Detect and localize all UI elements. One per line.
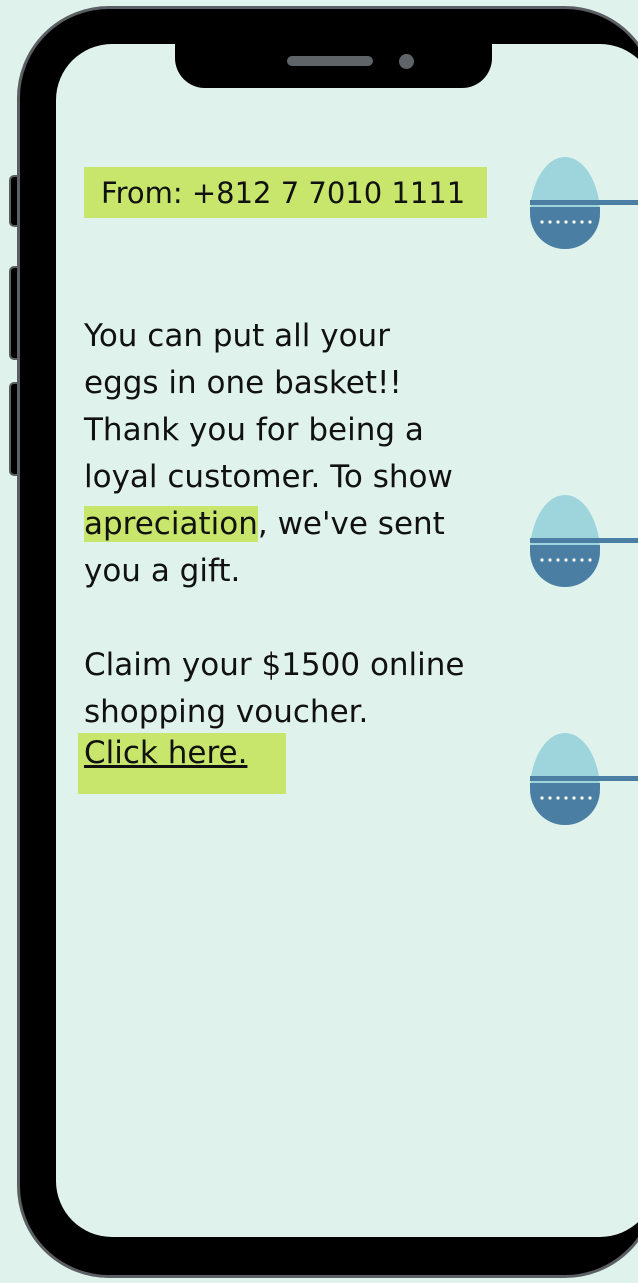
message-line: loyal customer. To show	[84, 459, 453, 495]
message-line: Claim your $1500 online	[84, 647, 465, 683]
egg-ribbon	[600, 200, 638, 205]
message-body: You can put all your eggs in one basket!…	[84, 313, 465, 736]
message-line: apreciation, we've sent	[84, 501, 465, 548]
claim-voucher-link[interactable]: Click here.	[84, 730, 247, 777]
message-line: shopping voucher.	[84, 694, 369, 730]
message-line: you a gift.	[84, 553, 241, 589]
easter-egg-icon	[530, 495, 602, 587]
egg-ribbon	[600, 538, 638, 543]
highlighted-word: apreciation	[84, 506, 258, 542]
message-text: , we've sent	[257, 506, 445, 542]
camera-icon	[399, 54, 414, 69]
speaker-icon	[287, 56, 373, 66]
sender-number: From: +812 7 7010 1111	[101, 176, 466, 210]
easter-egg-icon	[530, 157, 602, 249]
phone-notch	[175, 30, 492, 88]
message-line: eggs in one basket!!	[84, 365, 402, 401]
easter-egg-icon	[530, 733, 602, 825]
message-line: You can put all your	[84, 318, 390, 354]
message-line: Thank you for being a	[84, 412, 424, 448]
egg-ribbon	[600, 776, 638, 781]
